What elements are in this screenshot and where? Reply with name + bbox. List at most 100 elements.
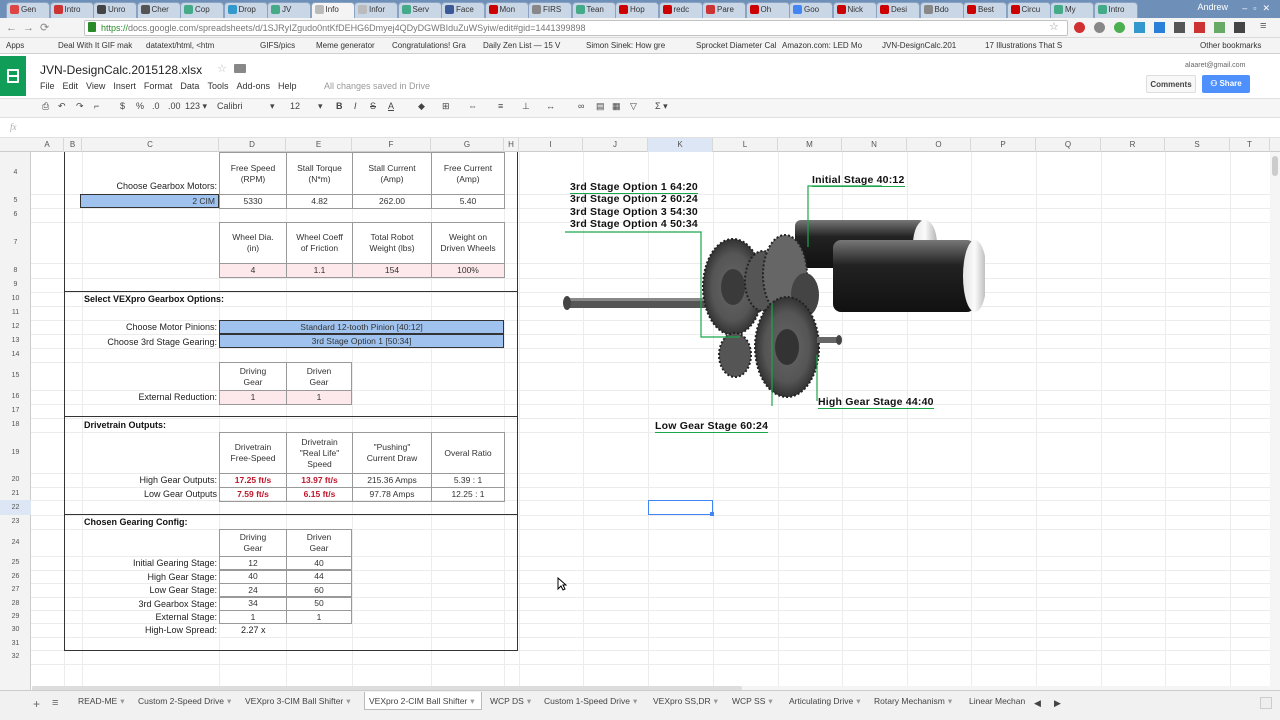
sheet-tab-label: Articulating Drive (789, 696, 854, 706)
config-driving-gear: 34 (219, 596, 287, 611)
section-divider (64, 416, 518, 417)
wheel-value-text: 154 (384, 265, 400, 275)
wheel-value-text: 1.1 (313, 265, 326, 275)
high-output-1: 13.97 ft/s (286, 473, 353, 488)
sheet-tab-dropdown-icon[interactable]: ▾ (633, 696, 637, 706)
sheet-tab-dropdown-icon[interactable]: ▾ (714, 696, 718, 706)
config-row-label: High Gear Stage: (147, 571, 217, 582)
output-value: 215.36 Amps (367, 475, 417, 485)
config-header-1: Driven Gear (286, 529, 352, 557)
config-driving-gear: 24 (219, 583, 287, 597)
sheet-tab-label: Rotary Mechanism (874, 696, 945, 706)
motor-pinions-select[interactable]: Standard 12-tooth Pinion [40:12] (219, 320, 504, 334)
sheet-tab[interactable]: READ-ME ▾ (74, 692, 130, 710)
sheet-tab-dropdown-icon[interactable]: ▾ (346, 696, 350, 706)
config-driven-gear: 44 (286, 569, 352, 584)
low-gear-callout: Low Gear Stage 60:24 (655, 420, 769, 433)
output-header-0: Drivetrain Free-Speed (219, 432, 287, 474)
sheet-tab[interactable]: WCP SS ▾ (728, 692, 780, 710)
sheet-tab-dropdown-icon[interactable]: ▾ (856, 696, 860, 706)
output-value: 17.25 ft/s (234, 475, 272, 485)
all-sheets-icon[interactable]: ≡ (52, 697, 58, 709)
motor-value-text: 4.82 (311, 196, 328, 206)
output-value: 7.59 ft/s (237, 489, 269, 499)
scroll-tabs-left-icon[interactable]: ◀ (1034, 698, 1041, 709)
output-header-text: Overal Ratio (444, 447, 492, 458)
ext-value-0[interactable]: 1 (219, 390, 287, 405)
config-value: 40 (314, 557, 324, 568)
config-row-label: External Stage: (155, 612, 217, 622)
sheet-tab[interactable]: Custom 2-Speed Drive ▾ (134, 692, 236, 710)
output-header-1: Drivetrain "Real Life" Speed (286, 432, 353, 474)
external-reduction-label: External Reduction: (138, 392, 217, 402)
wheel-value-0[interactable]: 4 (219, 263, 287, 278)
wheel-value-2[interactable]: 154 (352, 263, 432, 278)
sheet-tab-dropdown-icon[interactable]: ▾ (768, 696, 772, 706)
config-driven-gear: 1 (286, 610, 352, 624)
sheet-tab-dropdown-icon[interactable]: ▾ (527, 696, 531, 706)
config-header-text: Driving Gear (239, 532, 267, 553)
output-value: 13.97 ft/s (301, 475, 338, 485)
spread-value: 2.27 x (241, 625, 266, 635)
sheet-tab-dropdown-icon[interactable]: ▾ (120, 696, 124, 706)
sheet-tab[interactable]: Custom 1-Speed Drive ▾ (540, 692, 644, 710)
ext-value-text: 1 (316, 392, 322, 402)
output-value: 5.39 : 1 (453, 475, 483, 485)
motor-select-value: 2 CIM (192, 195, 215, 206)
add-sheet-icon[interactable]: + (33, 697, 40, 711)
frame-bottom (64, 650, 518, 651)
frame-right (517, 152, 518, 651)
motor-value-text: 262.00 (379, 196, 405, 206)
vertical-scroll-thumb[interactable] (1272, 156, 1278, 176)
ext-value-1[interactable]: 1 (286, 390, 352, 405)
wheel-value-1[interactable]: 1.1 (286, 263, 353, 278)
sheet-tab[interactable]: Linear Mechan▾ (965, 692, 1025, 710)
sheet-tab[interactable]: VEXpro SS,DR ▾ (649, 692, 723, 710)
sheet-tab[interactable]: Rotary Mechanism ▾ (870, 692, 960, 710)
sheet-tab[interactable]: VEXpro 3-CIM Ball Shifter ▾ (241, 692, 359, 710)
config-header-text: Driven Gear (306, 532, 332, 553)
output-value: 97.78 Amps (369, 489, 415, 499)
config-value: 1 (250, 611, 256, 622)
high-output-3: 5.39 : 1 (431, 473, 505, 488)
low-output-3: 12.25 : 1 (431, 487, 505, 502)
sheet-tab-label: VEXpro SS,DR (653, 696, 711, 706)
high-gear-label: High Gear Outputs: (139, 475, 217, 485)
config-value: 24 (248, 584, 258, 595)
fill-handle[interactable] (710, 512, 714, 516)
third-stage-select[interactable]: 3rd Stage Option 1 [50:34] (219, 334, 504, 348)
vertical-scrollbar[interactable] (1270, 152, 1280, 690)
high-output-2: 215.36 Amps (352, 473, 432, 488)
sheet-tab-dropdown-icon[interactable]: ▾ (227, 696, 231, 706)
ext-header-0: Driving Gear (219, 362, 287, 391)
spread-label: High-Low Spread: (144, 625, 217, 635)
output-value: 6.15 ft/s (303, 489, 336, 499)
config-driving-gear: 40 (219, 569, 287, 584)
selected-cell[interactable] (648, 500, 713, 515)
motor-value-text: 5330 (243, 196, 263, 206)
sheet-tab[interactable]: Articulating Drive ▾ (785, 692, 865, 710)
gearbox-diagram: 3rd Stage Option 1 64:20 3rd Stage Optio… (555, 165, 985, 435)
option-3-callout: 3rd Stage Option 3 54:30 (570, 206, 698, 218)
sheet-tab[interactable]: VEXpro 2-CIM Ball Shifter ▾ (364, 692, 482, 710)
sheet-tab-label: READ-ME (78, 696, 118, 706)
sheet-tab[interactable]: WCP DS ▾ (486, 692, 534, 710)
config-row-label: Low Gear Stage: (149, 585, 217, 595)
ext-header-text: Driven Gear (306, 365, 332, 387)
output-header-3: Overal Ratio (431, 432, 505, 474)
output-header-text: Drivetrain "Real Life" Speed (299, 436, 340, 469)
motor-select[interactable]: 2 CIM (80, 194, 219, 208)
config-row-label: Initial Gearing Stage: (132, 558, 217, 568)
wheel-header-3: Weight on Driven Wheels (431, 222, 505, 264)
wheel-value-3[interactable]: 100% (431, 263, 505, 278)
sheet-tab-dropdown-icon[interactable]: ▾ (470, 696, 474, 706)
explore-icon[interactable] (1260, 697, 1272, 709)
scroll-tabs-right-icon[interactable]: ▶ (1054, 698, 1061, 709)
sheet-tab-dropdown-icon[interactable]: ▾ (948, 696, 952, 706)
section-divider (64, 514, 518, 515)
motor-header-2: Stall Current (Amp) (352, 152, 432, 195)
wheel-value-text: 100% (457, 265, 479, 275)
option-4-callout: 3rd Stage Option 4 50:34 (570, 218, 698, 230)
config-driven-gear: 50 (286, 596, 352, 611)
config-value: 50 (314, 598, 324, 608)
